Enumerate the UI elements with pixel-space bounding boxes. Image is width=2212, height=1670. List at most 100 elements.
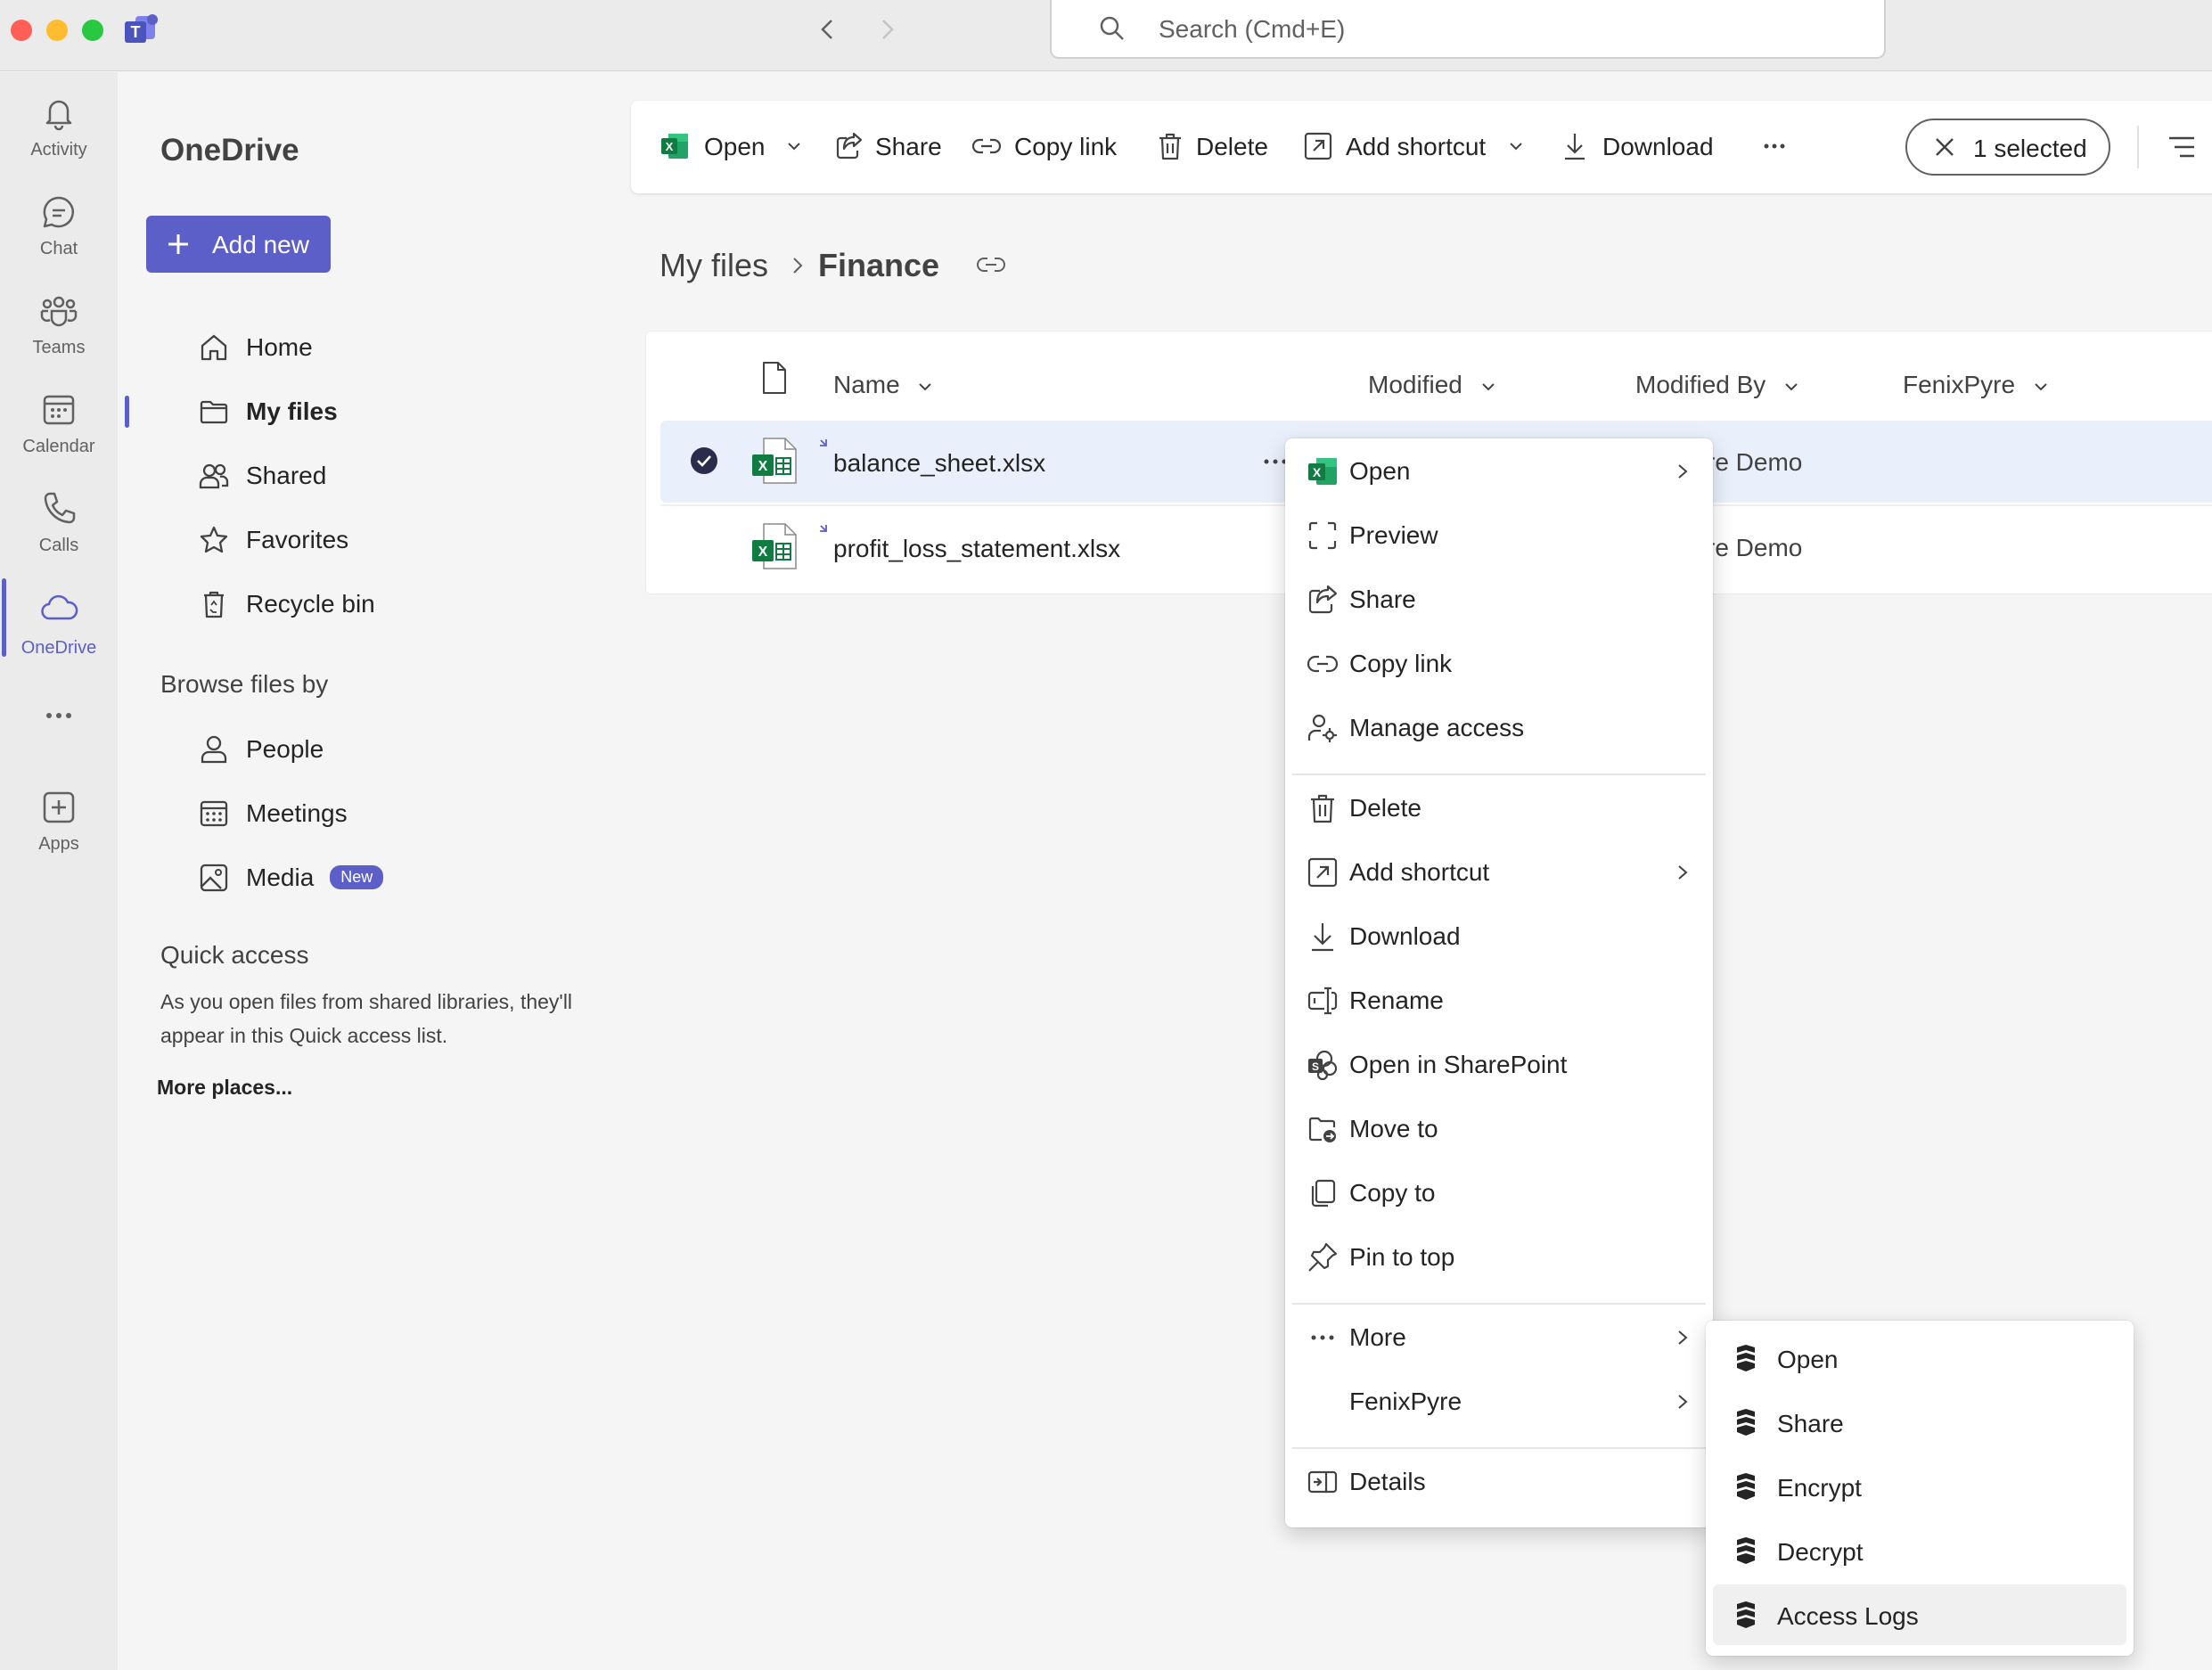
rail-item-onedrive[interactable]: OneDrive — [0, 576, 118, 665]
rail-label: Calendar — [22, 437, 95, 456]
menu-item-label: FenixPyre — [1349, 1388, 1462, 1415]
maximize-window-button[interactable] — [82, 20, 103, 41]
menu-item-copy-link[interactable]: Copy link — [1285, 635, 1713, 692]
back-arrow-icon[interactable] — [815, 16, 841, 43]
column-label: FenixPyre — [1903, 371, 2016, 398]
more-places-link[interactable]: More places... — [157, 1076, 292, 1100]
fenixpyre-icon — [1733, 1536, 1759, 1565]
view-options-icon[interactable] — [2166, 131, 2198, 163]
search-input[interactable]: Search (Cmd+E) — [1050, 0, 1886, 59]
nav-item-recycle-bin[interactable]: Recycle bin — [153, 577, 599, 631]
toolbar-more-button[interactable] — [1759, 127, 1795, 167]
menu-item-label: Details — [1349, 1468, 1426, 1495]
add-new-button[interactable]: Add new — [146, 216, 331, 273]
menu-item-add-shortcut[interactable]: Add shortcut — [1285, 844, 1713, 901]
folder-icon — [198, 396, 230, 428]
toolbar-share-button[interactable]: Share — [834, 127, 950, 167]
toolbar-download-button[interactable]: Download — [1560, 127, 1720, 167]
nav-item-people[interactable]: People — [153, 723, 599, 776]
menu-item-label: Delete — [1349, 794, 1421, 822]
toolbar-open-button[interactable]: X Open — [660, 127, 802, 167]
menu-item-open-in-sharepoint[interactable]: S Open in SharePoint — [1285, 1036, 1713, 1093]
rename-icon — [1307, 985, 1339, 1017]
nav-item-home[interactable]: Home — [153, 321, 599, 374]
calendar-icon — [39, 390, 78, 430]
nav-item-meetings[interactable]: Meetings — [153, 787, 599, 840]
menu-item-download[interactable]: Download — [1285, 908, 1713, 965]
nav-item-my-files[interactable]: My files — [153, 385, 599, 438]
menu-item-delete[interactable]: Delete — [1285, 780, 1713, 837]
chevron-down-icon — [1508, 140, 1524, 152]
rail-item-apps[interactable]: Apps — [0, 775, 118, 864]
rail-more-apps[interactable] — [0, 684, 118, 737]
context-menu: X Open Preview Share Copy link Manage ac… — [1285, 438, 1713, 1527]
rail-label: Teams — [32, 338, 86, 357]
nav-item-favorites[interactable]: Favorites — [153, 513, 599, 567]
menu-item-details[interactable]: Details — [1285, 1453, 1713, 1510]
breadcrumb-my-files[interactable]: My files — [660, 247, 768, 284]
svg-text:X: X — [758, 459, 768, 474]
column-label: Name — [833, 371, 900, 398]
menu-item-pin-to-top[interactable]: Pin to top — [1285, 1229, 1713, 1286]
breadcrumb-finance[interactable]: Finance — [818, 247, 939, 284]
menu-item-preview[interactable]: Preview — [1285, 507, 1713, 564]
menu-item-manage-access[interactable]: Manage access — [1285, 700, 1713, 757]
submenu-item-encrypt[interactable]: Encrypt — [1713, 1456, 2126, 1517]
new-badge: New — [330, 865, 384, 889]
chevron-down-icon — [2035, 382, 2047, 391]
submenu-item-access-logs[interactable]: Access Logs — [1713, 1584, 2126, 1645]
rail-item-activity[interactable]: Activity — [0, 81, 118, 170]
toolbar-label: Delete — [1196, 133, 1268, 160]
rail-item-teams[interactable]: Teams — [0, 279, 118, 368]
nav-item-shared[interactable]: Shared — [153, 449, 599, 503]
nav-label: People — [246, 735, 324, 763]
nav-item-media[interactable]: Media New — [153, 851, 599, 905]
quick-access-text-line-1: As you open files from shared libraries,… — [160, 990, 573, 1013]
toolbar-label: Add shortcut — [1346, 133, 1487, 160]
rail-item-chat[interactable]: Chat — [0, 180, 118, 269]
image-icon — [198, 862, 230, 894]
menu-divider — [1292, 1303, 1706, 1305]
rail-item-calls[interactable]: Calls — [0, 477, 118, 566]
pin-icon — [1307, 1241, 1339, 1273]
column-header-name[interactable]: Name — [833, 371, 933, 399]
forward-arrow-icon[interactable] — [873, 16, 900, 43]
selection-count-pill[interactable]: 1 selected — [1905, 119, 2110, 176]
toolbar-copy-link-button[interactable]: Copy link — [971, 127, 1123, 167]
submenu-item-label: Decrypt — [1777, 1538, 1864, 1566]
app-rail: Activity Chat Teams Calendar Calls OneDr… — [0, 72, 118, 1670]
toolbar-delete-button[interactable]: Delete — [1155, 127, 1271, 167]
link-icon[interactable] — [977, 254, 1005, 275]
column-label: Modified By — [1635, 371, 1766, 398]
menu-item-copy-to[interactable]: Copy to — [1285, 1165, 1713, 1222]
rail-item-calendar[interactable]: Calendar — [0, 378, 118, 467]
menu-item-fenixpyre[interactable]: FenixPyre — [1285, 1373, 1713, 1430]
more-icon — [1307, 1322, 1339, 1354]
submenu-item-share[interactable]: Share — [1713, 1392, 2126, 1453]
file-name[interactable]: balance_sheet.xlsx — [833, 449, 1045, 478]
shortcut-icon — [1307, 856, 1339, 888]
quick-access-text-line-2: appear in this Quick access list. — [160, 1024, 448, 1047]
chevron-right-icon — [1672, 459, 1693, 484]
submenu-item-open[interactable]: Open — [1713, 1328, 2126, 1388]
fenixpyre-submenu: Open Share Encrypt Decrypt Access Logs — [1706, 1321, 2134, 1656]
file-name[interactable]: profit_loss_statement.xlsx — [833, 535, 1120, 563]
column-label: Modified — [1368, 371, 1462, 398]
column-header-fenixpyre[interactable]: FenixPyre — [1903, 371, 2049, 399]
submenu-item-decrypt[interactable]: Decrypt — [1713, 1520, 2126, 1581]
star-icon — [198, 524, 230, 556]
chevron-down-icon — [919, 382, 932, 391]
toolbar-add-shortcut-button[interactable]: Add shortcut — [1303, 127, 1526, 167]
share-icon — [1307, 584, 1339, 616]
column-header-modified-by[interactable]: Modified By — [1635, 371, 1799, 399]
column-header-modified[interactable]: Modified — [1368, 371, 1496, 399]
checkmark-circle-icon[interactable] — [689, 446, 719, 476]
menu-item-open[interactable]: X Open — [1285, 443, 1713, 500]
menu-item-more[interactable]: More — [1285, 1309, 1713, 1366]
close-window-button[interactable] — [11, 20, 32, 41]
minimize-window-button[interactable] — [46, 20, 68, 41]
menu-item-move-to[interactable]: Move to — [1285, 1101, 1713, 1158]
menu-item-share[interactable]: Share — [1285, 571, 1713, 628]
menu-item-rename[interactable]: Rename — [1285, 972, 1713, 1029]
menu-item-label: Rename — [1349, 986, 1444, 1014]
